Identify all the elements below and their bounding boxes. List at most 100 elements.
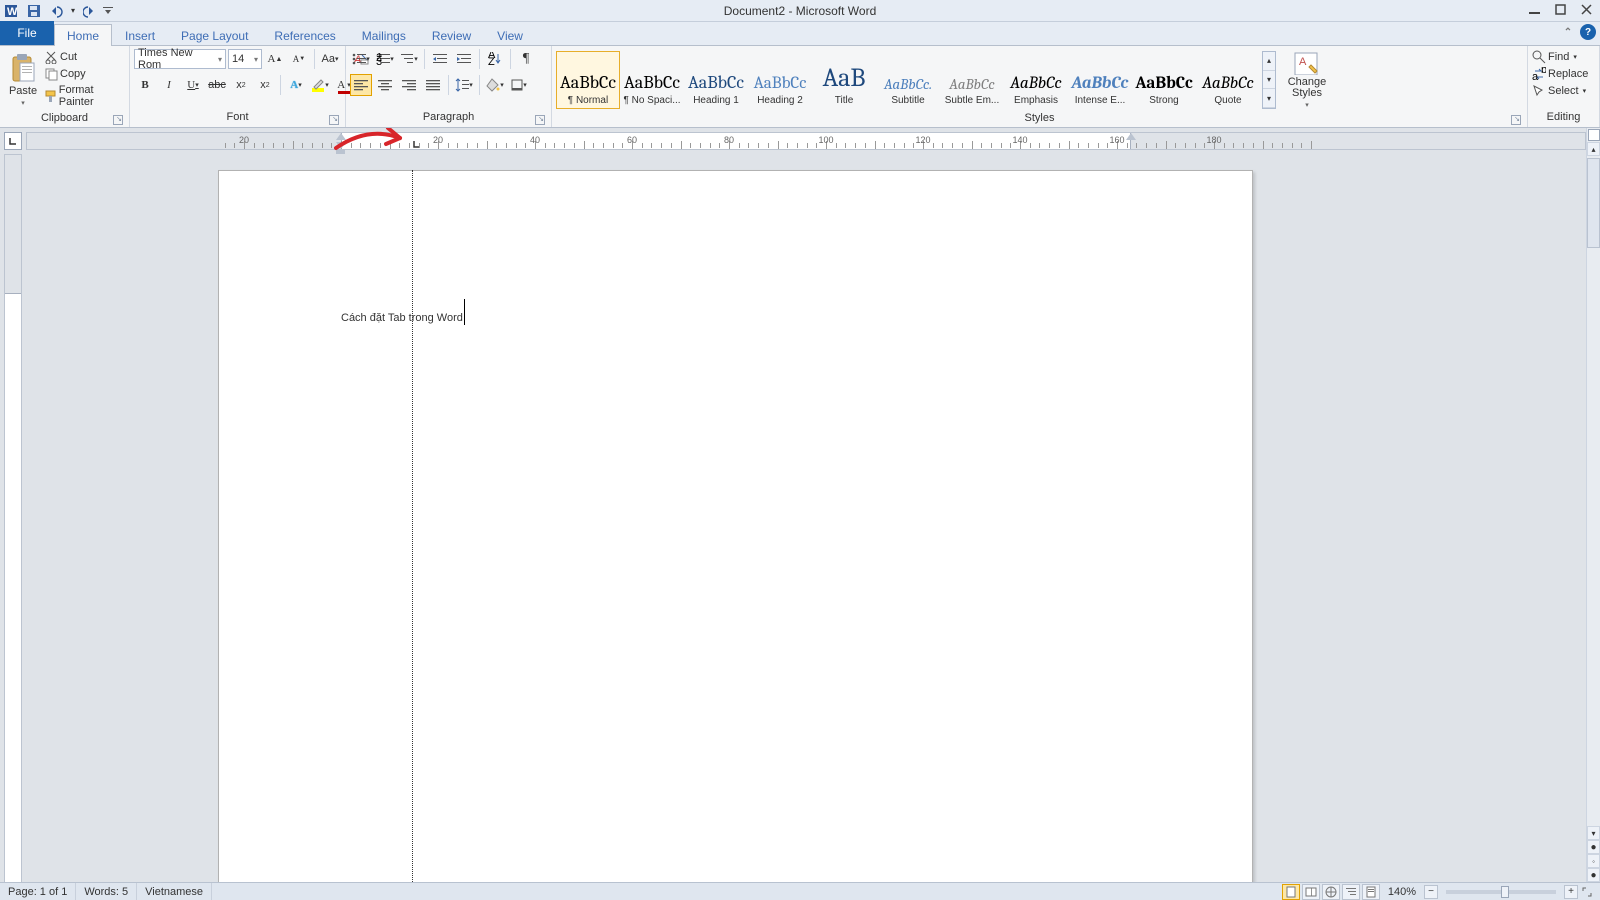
highlight-icon[interactable]: ▾ bbox=[309, 74, 331, 96]
clipboard-dialog-launcher[interactable]: ↘ bbox=[113, 115, 123, 125]
zoom-level[interactable]: 140% bbox=[1388, 886, 1416, 898]
style-intense-e---[interactable]: AaBbCcIntense E... bbox=[1068, 51, 1132, 109]
show-marks-icon[interactable]: ¶ bbox=[515, 48, 537, 70]
copy-button[interactable]: Copy bbox=[44, 67, 125, 81]
undo-icon[interactable] bbox=[46, 1, 66, 21]
zoom-out-icon[interactable]: − bbox=[1424, 885, 1438, 899]
replace-button[interactable]: abReplace bbox=[1532, 67, 1588, 81]
horizontal-ruler[interactable]: 2020406080100120140160180 bbox=[26, 132, 1586, 150]
bullets-icon[interactable]: ▾ bbox=[350, 48, 372, 70]
redo-icon[interactable] bbox=[80, 1, 100, 21]
language-status[interactable]: Vietnamese bbox=[137, 883, 212, 900]
paragraph-dialog-launcher[interactable]: ↘ bbox=[535, 115, 545, 125]
style-subtitle[interactable]: AaBbCc.Subtitle bbox=[876, 51, 940, 109]
numbering-icon[interactable]: 123▾ bbox=[374, 48, 396, 70]
align-right-icon[interactable] bbox=[398, 74, 420, 96]
replace-icon: ab bbox=[1532, 67, 1546, 81]
line-spacing-icon[interactable]: ▾ bbox=[453, 74, 475, 96]
maximize-icon[interactable] bbox=[1548, 0, 1572, 18]
zoom-slider[interactable] bbox=[1446, 890, 1556, 894]
font-family-combo[interactable]: Times New Rom▾ bbox=[134, 49, 226, 69]
font-size-combo[interactable]: 14▾ bbox=[228, 49, 262, 69]
styles-dialog-launcher[interactable]: ↘ bbox=[1511, 115, 1521, 125]
tab-selector[interactable] bbox=[4, 132, 22, 150]
draft-view-icon[interactable] bbox=[1362, 884, 1380, 900]
zoom-in-icon[interactable]: + bbox=[1564, 885, 1578, 899]
word-app-icon[interactable]: W bbox=[2, 1, 22, 21]
tab-insert[interactable]: Insert bbox=[112, 24, 168, 46]
zoom-fit-icon[interactable] bbox=[1580, 885, 1594, 899]
close-icon[interactable] bbox=[1574, 0, 1598, 18]
tab-references[interactable]: References bbox=[261, 24, 348, 46]
tab-file[interactable]: File bbox=[0, 21, 54, 45]
minimize-ribbon-icon[interactable]: ⌃ bbox=[1560, 24, 1576, 40]
grow-font-icon[interactable]: A▲ bbox=[264, 48, 286, 70]
styles-gallery-scroll[interactable]: ▴▾▾ bbox=[1262, 51, 1276, 109]
next-page-icon[interactable]: ● bbox=[1587, 868, 1600, 882]
underline-icon[interactable]: U▾ bbox=[182, 74, 204, 96]
format-painter-label: Format Painter bbox=[59, 84, 125, 108]
tab-page-layout[interactable]: Page Layout bbox=[168, 24, 261, 46]
increase-indent-icon[interactable] bbox=[453, 48, 475, 70]
document-page[interactable]: Cách đặt Tab trong Word bbox=[218, 170, 1253, 882]
style-heading-1[interactable]: AaBbCcHeading 1 bbox=[684, 51, 748, 109]
shading-icon[interactable]: ▾ bbox=[484, 74, 506, 96]
style-emphasis[interactable]: AaBbCcEmphasis bbox=[1004, 51, 1068, 109]
find-button[interactable]: Find▾ bbox=[1532, 50, 1577, 64]
scroll-down-icon[interactable]: ▾ bbox=[1587, 826, 1600, 840]
style-title[interactable]: AaBTitle bbox=[812, 51, 876, 109]
word-count-status[interactable]: Words: 5 bbox=[76, 883, 137, 900]
text-effects-icon[interactable]: A▾ bbox=[285, 74, 307, 96]
align-justify-icon[interactable] bbox=[422, 74, 444, 96]
minimize-icon[interactable] bbox=[1522, 0, 1546, 18]
vertical-scrollbar[interactable]: ▴ ▾ ● ◦ ● bbox=[1586, 128, 1600, 882]
italic-icon[interactable]: I bbox=[158, 74, 180, 96]
superscript-icon[interactable]: x2 bbox=[254, 74, 276, 96]
change-styles-button[interactable]: A Change Styles ▾ bbox=[1282, 48, 1332, 112]
undo-dropdown-icon[interactable]: ▾ bbox=[68, 1, 78, 21]
tab-home[interactable]: Home bbox=[54, 24, 112, 46]
previous-page-icon[interactable]: ● bbox=[1587, 840, 1600, 854]
page-number-status[interactable]: Page: 1 of 1 bbox=[0, 883, 76, 900]
shrink-font-icon[interactable]: A▼ bbox=[288, 48, 310, 70]
style-heading-2[interactable]: AaBbCcHeading 2 bbox=[748, 51, 812, 109]
vertical-ruler[interactable] bbox=[4, 154, 22, 882]
cut-button[interactable]: Cut bbox=[44, 50, 125, 64]
tab-view[interactable]: View bbox=[484, 24, 536, 46]
styles-gallery[interactable]: AaBbCc¶ NormalAaBbCc¶ No Spaci...AaBbCcH… bbox=[556, 51, 1260, 109]
borders-icon[interactable]: ▾ bbox=[508, 74, 530, 96]
format-painter-button[interactable]: Format Painter bbox=[44, 84, 125, 108]
multilevel-list-icon[interactable]: ▾ bbox=[398, 48, 420, 70]
fullscreen-reading-view-icon[interactable] bbox=[1302, 884, 1320, 900]
print-layout-view-icon[interactable] bbox=[1282, 884, 1300, 900]
scroll-up-icon[interactable]: ▴ bbox=[1587, 142, 1600, 156]
bold-icon[interactable]: B bbox=[134, 74, 156, 96]
tab-mailings[interactable]: Mailings bbox=[349, 24, 419, 46]
qat-customize-icon[interactable] bbox=[102, 1, 114, 21]
align-left-icon[interactable] bbox=[350, 74, 372, 96]
style-quote[interactable]: AaBbCcQuote bbox=[1196, 51, 1260, 109]
style---normal[interactable]: AaBbCc¶ Normal bbox=[556, 51, 620, 109]
strikethrough-icon[interactable]: abc bbox=[206, 74, 228, 96]
font-dialog-launcher[interactable]: ↘ bbox=[329, 115, 339, 125]
tab-stop-marker[interactable] bbox=[413, 141, 420, 148]
align-center-icon[interactable] bbox=[374, 74, 396, 96]
decrease-indent-icon[interactable] bbox=[429, 48, 451, 70]
scroll-thumb[interactable] bbox=[1587, 158, 1600, 248]
style---no-spaci---[interactable]: AaBbCc¶ No Spaci... bbox=[620, 51, 684, 109]
change-case-icon[interactable]: Aa▾ bbox=[319, 48, 341, 70]
subscript-icon[interactable]: x2 bbox=[230, 74, 252, 96]
select-button[interactable]: Select▾ bbox=[1532, 84, 1586, 98]
browse-object-icon[interactable]: ◦ bbox=[1587, 854, 1600, 868]
style-strong[interactable]: AaBbCcStrong bbox=[1132, 51, 1196, 109]
tab-review[interactable]: Review bbox=[419, 24, 484, 46]
paste-button[interactable]: Paste ▾ bbox=[4, 48, 42, 112]
web-layout-view-icon[interactable] bbox=[1322, 884, 1340, 900]
save-icon[interactable] bbox=[24, 1, 44, 21]
ruler-toggle-icon[interactable] bbox=[1588, 129, 1600, 141]
help-icon[interactable]: ? bbox=[1580, 24, 1596, 40]
page-scroll-area[interactable]: Cách đặt Tab trong Word bbox=[26, 154, 1586, 882]
style-subtle-em---[interactable]: AaBbCcSubtle Em... bbox=[940, 51, 1004, 109]
outline-view-icon[interactable] bbox=[1342, 884, 1360, 900]
sort-icon[interactable]: AZ bbox=[484, 48, 506, 70]
